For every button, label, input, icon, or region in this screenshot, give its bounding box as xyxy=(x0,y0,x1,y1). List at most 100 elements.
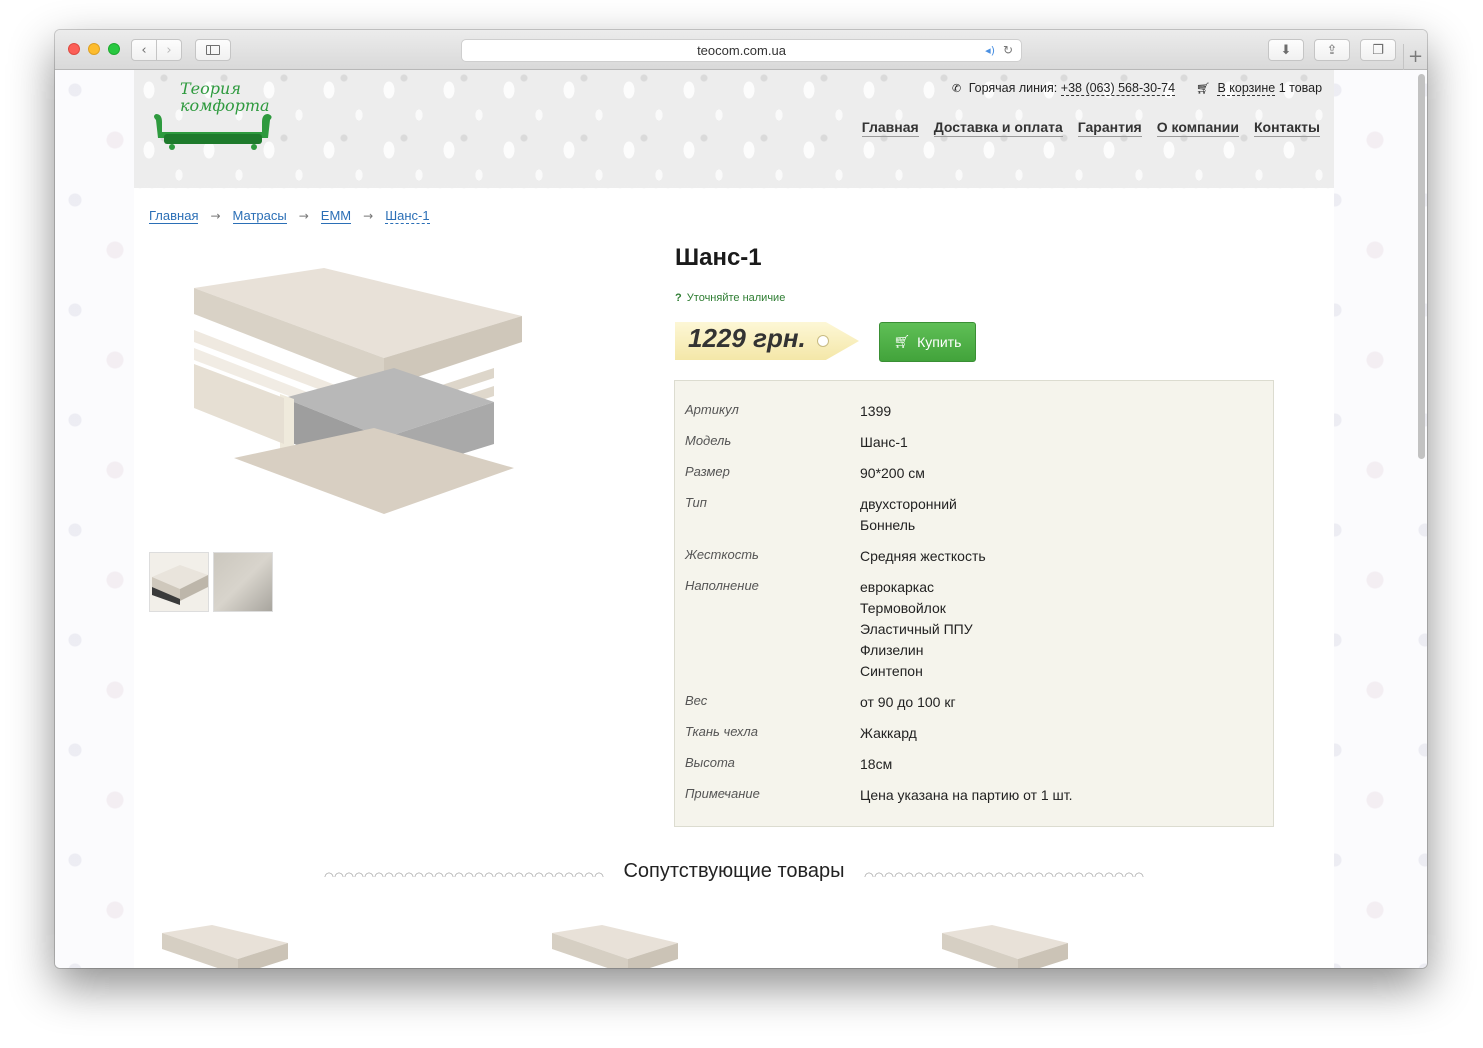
share-button[interactable]: ⇪ xyxy=(1314,39,1350,61)
back-button[interactable]: ‹ xyxy=(131,39,157,61)
spec-row: Жесткость Средняя жесткость xyxy=(685,546,986,567)
logo-line-1: Теория xyxy=(180,79,241,98)
related-product-image[interactable] xyxy=(552,925,678,968)
spec-value: Боннель xyxy=(860,517,916,533)
spec-label: Модель xyxy=(685,433,732,448)
spec-value: Синтепон xyxy=(860,663,923,679)
related-product-image[interactable] xyxy=(162,925,288,968)
reload-icon[interactable]: ↻ xyxy=(1003,40,1013,61)
sofa-logo-icon xyxy=(154,114,272,150)
breadcrumb-current[interactable]: Шанс-1 xyxy=(385,208,430,224)
nav-item-home[interactable]: Главная xyxy=(861,119,919,137)
buy-button[interactable]: 🛒︎ Купить xyxy=(879,322,976,362)
logo-wordmark: Теория комфорта xyxy=(180,80,270,114)
availability-note: ? Уточняйте наличие xyxy=(675,292,785,304)
spec-row: Артикул 1399 xyxy=(685,401,891,422)
hotline-label: Горячая линия: xyxy=(968,81,1058,95)
speaker-icon[interactable]: ◂) xyxy=(985,40,995,61)
site-logo[interactable]: Теория комфорта xyxy=(150,76,278,150)
availability-text: Уточняйте наличие xyxy=(686,292,786,304)
browser-toolbar: ‹ › teocom.com.ua ◂) ↻ ⬇ ⇪ ❐ + xyxy=(55,30,1427,70)
nav-item-about[interactable]: О компании xyxy=(1156,119,1239,137)
plus-icon: + xyxy=(1407,46,1424,67)
downloads-button[interactable]: ⬇ xyxy=(1268,39,1304,61)
spec-value-list: еврокаркас Термовойлок Эластичный ППУ Фл… xyxy=(860,577,973,682)
spec-value: Цена указана на партию от 1 шт. xyxy=(860,787,1073,803)
spec-value: двухсторонний xyxy=(860,496,957,512)
spec-value: Жаккард xyxy=(860,725,917,741)
share-icon: ⇪ xyxy=(1326,42,1338,58)
spec-label: Примечание xyxy=(685,786,760,801)
spec-label: Артикул xyxy=(685,402,739,417)
logo-line-2: комфорта xyxy=(180,96,270,115)
thumbnail-image xyxy=(152,565,208,605)
spec-label: Вес xyxy=(685,693,708,708)
arrow-right-icon: → xyxy=(298,209,309,223)
hotline-phone-link[interactable]: +38 (063) 568-30-74 xyxy=(1060,81,1176,96)
forward-button[interactable]: › xyxy=(156,39,182,61)
spec-row: Примечание Цена указана на партию от 1 ш… xyxy=(685,785,1073,806)
chevron-right-icon: › xyxy=(166,42,172,58)
spec-label: Тип xyxy=(685,495,707,510)
spec-value: 90*200 см xyxy=(860,465,925,481)
product-thumbnail-1[interactable] xyxy=(149,552,209,612)
spec-row: Модель Шанс-1 xyxy=(685,432,908,453)
spec-row: Ткань чехла Жаккард xyxy=(685,723,917,744)
product-main-image[interactable] xyxy=(194,268,522,518)
new-tab-button[interactable]: + xyxy=(1403,44,1427,70)
product-thumbnail-2[interactable] xyxy=(213,552,273,612)
browser-window: ‹ › teocom.com.ua ◂) ↻ ⬇ ⇪ ❐ + Теория ко… xyxy=(55,30,1427,968)
spec-value-list: 1399 xyxy=(860,401,891,422)
spec-value-list: двухсторонний Боннель xyxy=(860,494,957,536)
minimize-window-button[interactable] xyxy=(88,43,100,55)
product-price: 1229 грн. xyxy=(688,323,806,353)
chevron-left-icon: ‹ xyxy=(141,42,147,58)
cart-link[interactable]: В корзине xyxy=(1217,81,1276,96)
spec-row: Наполнение еврокаркас Термовойлок Эласти… xyxy=(685,577,973,682)
spec-value: Шанс-1 xyxy=(860,434,908,450)
breadcrumb-mattresses[interactable]: Матрасы xyxy=(232,208,287,224)
related-products-title: Сопутствующие товары xyxy=(623,860,845,882)
price-tag-hole xyxy=(817,335,829,347)
zoom-window-button[interactable] xyxy=(108,43,120,55)
arrow-right-icon: → xyxy=(363,209,374,223)
spec-value: Флизелин xyxy=(860,642,924,658)
page-content: Теория комфорта ✆ Горячая линия: +38 (06… xyxy=(134,70,1334,968)
arrow-right-icon: → xyxy=(210,209,221,223)
spec-label: Высота xyxy=(685,755,735,770)
spec-value: 18см xyxy=(860,756,893,772)
nav-item-warranty[interactable]: Гарантия xyxy=(1077,119,1142,137)
close-window-button[interactable] xyxy=(68,43,80,55)
spec-label: Ткань чехла xyxy=(685,724,758,739)
download-icon: ⬇ xyxy=(1280,42,1292,58)
spec-value-list: Средняя жесткость xyxy=(860,546,986,567)
spec-label: Наполнение xyxy=(685,578,759,593)
breadcrumb-home[interactable]: Главная xyxy=(149,208,199,224)
related-product-image[interactable] xyxy=(942,925,1068,968)
web-viewport: Теория комфорта ✆ Горячая линия: +38 (06… xyxy=(55,70,1427,968)
nav-item-contacts[interactable]: Контакты xyxy=(1253,119,1320,137)
main-navigation: Главная Доставка и оплата Гарантия О ком… xyxy=(861,119,1320,137)
tab-overview-button[interactable]: ❐ xyxy=(1360,39,1396,61)
tabs-icon: ❐ xyxy=(1372,42,1384,58)
sidebar-icon xyxy=(206,45,220,55)
spec-value-list: Жаккард xyxy=(860,723,917,744)
hotline-info: ✆ Горячая линия: +38 (063) 568-30-74 xyxy=(952,81,1176,96)
site-header: Теория комфорта ✆ Горячая линия: +38 (06… xyxy=(134,70,1334,188)
spec-value: от 90 до 100 кг xyxy=(860,694,956,710)
spec-value-list: 18см xyxy=(860,754,892,775)
address-bar[interactable]: teocom.com.ua ◂) ↻ xyxy=(461,39,1022,62)
breadcrumb-emm[interactable]: ЕММ xyxy=(320,208,352,224)
spec-row: Тип двухсторонний Боннель xyxy=(685,494,957,536)
spec-value-list: от 90 до 100 кг xyxy=(860,692,956,713)
nav-item-delivery[interactable]: Доставка и оплата xyxy=(933,119,1063,137)
spec-value: еврокаркас xyxy=(860,579,935,595)
spec-row: Размер 90*200 см xyxy=(685,463,925,484)
spec-value: Термовойлок xyxy=(860,600,946,616)
cart-count: 1 товар xyxy=(1278,81,1323,95)
spec-row: Вес от 90 до 100 кг xyxy=(685,692,956,713)
sidebar-toggle-button[interactable] xyxy=(195,39,231,61)
scrollbar[interactable] xyxy=(1418,74,1425,459)
decorative-wave-divider xyxy=(864,871,1144,877)
spec-value-list: Шанс-1 xyxy=(860,432,908,453)
